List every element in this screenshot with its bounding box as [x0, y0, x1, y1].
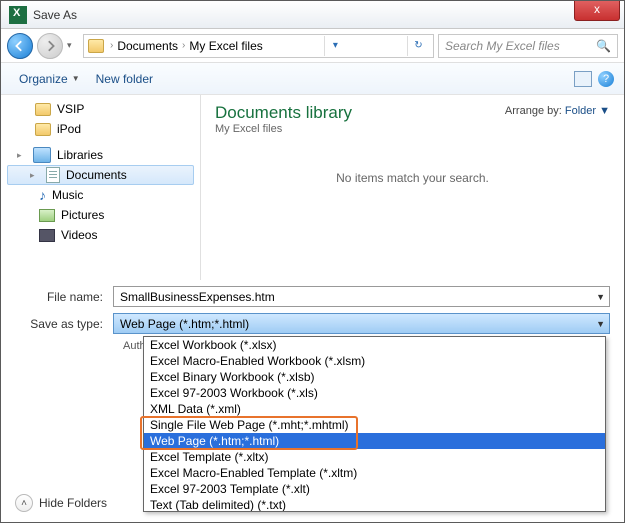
- tree-item-vsip[interactable]: VSIP: [7, 99, 200, 119]
- chevron-up-icon: ˄: [15, 494, 33, 512]
- filetype-option[interactable]: Text (Tab delimited) (*.txt): [144, 497, 605, 512]
- pictures-icon: [39, 209, 55, 222]
- back-button[interactable]: [7, 33, 33, 59]
- tree-item-documents[interactable]: ▸Documents: [7, 165, 194, 185]
- breadcrumb[interactable]: › Documents › My Excel files ▾ ↻: [83, 34, 434, 58]
- filetype-option[interactable]: Single File Web Page (*.mht;*.mhtml): [144, 417, 605, 433]
- content-subheading: My Excel files: [215, 123, 610, 135]
- search-placeholder: Search My Excel files: [445, 39, 560, 53]
- caret-icon: ▸: [17, 150, 27, 161]
- tree-item-music[interactable]: ♪Music: [7, 185, 200, 205]
- filetype-option[interactable]: Excel Macro-Enabled Workbook (*.xlsm): [144, 353, 605, 369]
- arrange-by-value[interactable]: Folder ▼: [565, 105, 610, 117]
- saveastype-dropdown[interactable]: Excel Workbook (*.xlsx)Excel Macro-Enabl…: [143, 336, 606, 512]
- chevron-down-icon[interactable]: ▼: [596, 292, 605, 302]
- tree-item-libraries[interactable]: ▸Libraries: [7, 145, 200, 165]
- save-as-dialog: Save As x ▾ › Documents › My Excel files…: [0, 0, 625, 523]
- filetype-option[interactable]: Web Page (*.htm;*.html): [144, 433, 605, 449]
- videos-icon: [39, 229, 55, 242]
- empty-message: No items match your search.: [215, 171, 610, 185]
- folder-icon: [35, 103, 51, 116]
- history-dropdown-icon[interactable]: ▾: [67, 40, 79, 51]
- arrange-by: Arrange by: Folder ▼: [505, 105, 610, 117]
- search-icon: 🔍: [596, 39, 611, 53]
- filetype-option[interactable]: Excel Template (*.xltx): [144, 449, 605, 465]
- forward-button[interactable]: [37, 33, 63, 59]
- toolbar: Organize▼ New folder ?: [1, 63, 624, 95]
- chevron-down-icon[interactable]: ▼: [596, 319, 605, 329]
- content-area: Documents library My Excel files Arrange…: [201, 95, 624, 280]
- filetype-option[interactable]: Excel 97-2003 Workbook (*.xls): [144, 385, 605, 401]
- title-bar: Save As x: [1, 1, 624, 29]
- hide-folders-button[interactable]: ˄ Hide Folders: [15, 494, 107, 512]
- filetype-option[interactable]: XML Data (*.xml): [144, 401, 605, 417]
- filename-input[interactable]: SmallBusinessExpenses.htm▼: [113, 286, 610, 307]
- sidebar: VSIP iPod ▸Libraries ▸Documents ♪Music P…: [1, 95, 201, 280]
- filetype-option[interactable]: Excel Workbook (*.xlsx): [144, 337, 605, 353]
- breadcrumb-item[interactable]: My Excel files: [189, 39, 262, 53]
- filename-label: File name:: [15, 290, 113, 304]
- search-input[interactable]: Search My Excel files 🔍: [438, 34, 618, 58]
- excel-icon: [9, 6, 27, 24]
- organize-button[interactable]: Organize▼: [11, 68, 88, 90]
- nav-split-icon[interactable]: ▾: [324, 36, 346, 56]
- documents-icon: [46, 167, 60, 183]
- filetype-option[interactable]: Excel Binary Workbook (*.xlsb): [144, 369, 605, 385]
- caret-icon: ▸: [30, 170, 40, 181]
- music-icon: ♪: [39, 187, 46, 203]
- help-icon[interactable]: ?: [598, 71, 614, 87]
- saveastype-label: Save as type:: [15, 317, 113, 331]
- libraries-icon: [33, 147, 51, 163]
- breadcrumb-item[interactable]: Documents: [117, 39, 178, 53]
- tree-item-pictures[interactable]: Pictures: [7, 205, 200, 225]
- filetype-option[interactable]: Excel Macro-Enabled Template (*.xltm): [144, 465, 605, 481]
- refresh-icon[interactable]: ↻: [407, 36, 429, 56]
- tree-item-videos[interactable]: Videos: [7, 225, 200, 245]
- tree-item-ipod[interactable]: iPod: [7, 119, 200, 139]
- nav-bar: ▾ › Documents › My Excel files ▾ ↻ Searc…: [1, 29, 624, 63]
- close-button[interactable]: x: [574, 1, 620, 21]
- saveastype-select[interactable]: Web Page (*.htm;*.html)▼: [113, 313, 610, 334]
- window-title: Save As: [33, 8, 77, 22]
- filetype-option[interactable]: Excel 97-2003 Template (*.xlt): [144, 481, 605, 497]
- view-options-icon[interactable]: [574, 71, 592, 87]
- new-folder-button[interactable]: New folder: [88, 68, 161, 90]
- folder-icon: [88, 39, 104, 53]
- folder-icon: [35, 123, 51, 136]
